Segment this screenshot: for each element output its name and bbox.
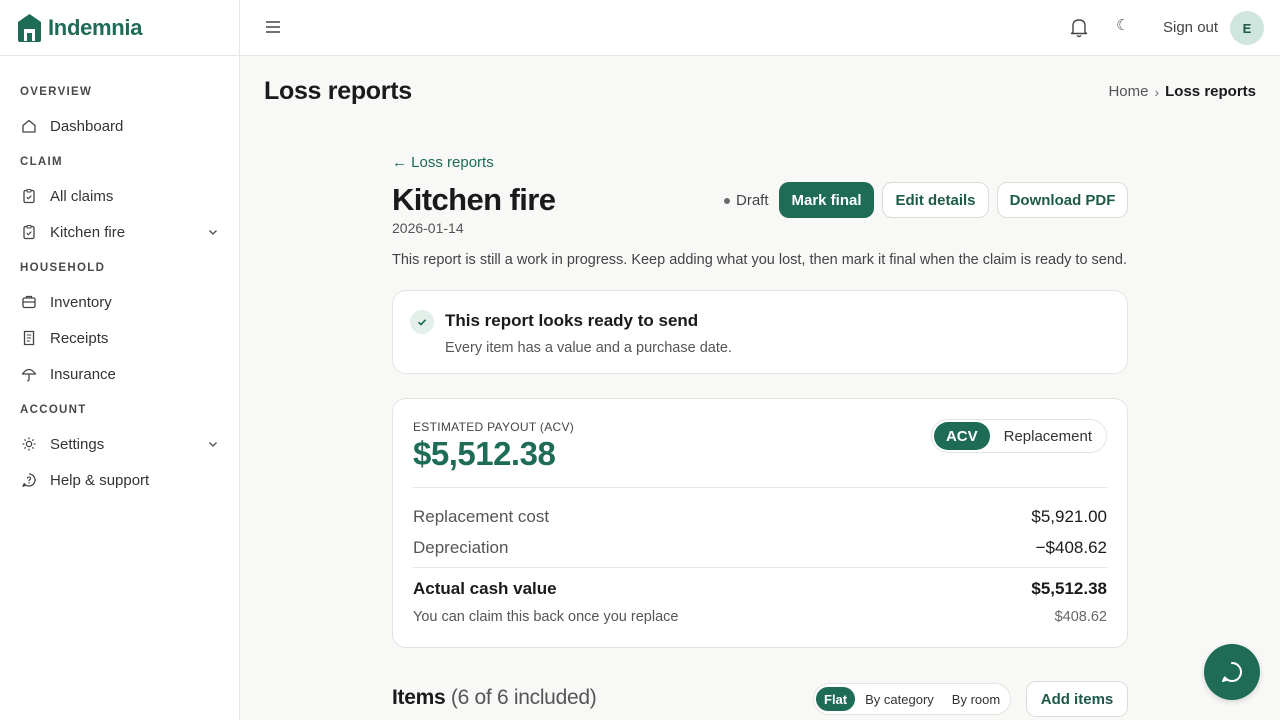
sidebar-item-label: Receipts [50, 329, 109, 347]
sidebar-item-dashboard[interactable]: Dashboard [0, 108, 239, 144]
nav-section-account: ACCOUNT [20, 404, 87, 416]
row-value: $5,921.00 [1031, 507, 1107, 526]
replacement-cost-row: Replacement cost $5,921.00 [413, 507, 1107, 527]
sidebar-item-help[interactable]: Help & support [0, 462, 239, 498]
ready-to-send-card: This report looks ready to send Every it… [392, 290, 1128, 374]
clipboard-icon [20, 187, 38, 205]
moon-icon[interactable]: ☾ [1116, 16, 1134, 38]
sidebar-item-inventory[interactable]: Inventory [0, 284, 239, 320]
house-logo-icon [18, 13, 41, 42]
sign-out-link[interactable]: Sign out [1163, 19, 1218, 36]
help-chat-icon [20, 471, 38, 489]
payout-card: ESTIMATED PAYOUT (ACV) $5,512.38 ACV Rep… [392, 398, 1128, 648]
recoverable-depreciation-row: You can claim this back once you replace… [413, 609, 1107, 625]
sidebar-item-label: Dashboard [50, 117, 124, 135]
row-label: Depreciation [413, 538, 509, 557]
app-logo[interactable]: Indemnia [0, 0, 239, 56]
toggle-replacement[interactable]: Replacement [992, 422, 1104, 450]
edit-details-button[interactable]: Edit details [882, 182, 989, 218]
row-label: You can claim this back once you replace [413, 609, 679, 625]
breadcrumb-home[interactable]: Home [1108, 83, 1148, 100]
sidebar: Indemnia OVERVIEW Dashboard CLAIM All cl… [0, 0, 240, 720]
box-icon [20, 293, 38, 311]
page-title: Loss reports [264, 77, 412, 105]
row-label: Actual cash value [413, 579, 557, 598]
sidebar-item-insurance[interactable]: Insurance [0, 356, 239, 392]
report-intro-text: This report is still a work in progress.… [392, 252, 1128, 268]
row-value: $408.62 [1054, 609, 1107, 625]
chevron-down-icon[interactable] [207, 438, 219, 450]
breadcrumb: Home › Loss reports [1108, 83, 1256, 100]
receipt-icon [20, 329, 38, 347]
view-by-room[interactable]: By room [944, 687, 1008, 711]
ready-heading: This report looks ready to send [445, 311, 699, 330]
toggle-acv[interactable]: ACV [933, 422, 990, 450]
report-title: Kitchen fire [392, 182, 556, 217]
download-pdf-button[interactable]: Download PDF [997, 182, 1128, 218]
clipboard-icon [20, 223, 38, 241]
sidebar-item-label: All claims [50, 187, 114, 205]
status-dot-icon [724, 197, 730, 204]
chat-bubble-icon [1222, 662, 1242, 682]
back-to-loss-reports-link[interactable]: ← Loss reports [392, 154, 494, 171]
sidebar-nav: OVERVIEW Dashboard CLAIM All claims Kitc… [0, 56, 239, 498]
status-label: Draft [736, 192, 769, 209]
divider [413, 567, 1107, 568]
sidebar-item-settings[interactable]: Settings [0, 426, 239, 462]
acv-total-row: Actual cash value $5,512.38 [413, 579, 1107, 599]
gear-icon [20, 435, 38, 453]
home-icon [20, 117, 38, 135]
sidebar-item-label: Settings [50, 435, 105, 453]
row-value: −$408.62 [1035, 538, 1107, 557]
sidebar-item-kitchen-fire[interactable]: Kitchen fire [0, 214, 239, 250]
check-icon [410, 310, 434, 334]
depreciation-row: Depreciation −$408.62 [413, 538, 1107, 558]
divider [413, 487, 1107, 488]
items-count: (6 of 6 included) [450, 686, 597, 709]
sidebar-item-label: Inventory [50, 293, 112, 311]
sidebar-item-label: Help & support [50, 471, 150, 489]
items-heading: Items (6 of 6 included) [392, 686, 597, 710]
nav-section-overview: OVERVIEW [20, 86, 93, 98]
menu-icon[interactable] [264, 18, 282, 36]
report-date: 2026-01-14 [392, 220, 464, 236]
view-flat[interactable]: Flat [816, 687, 856, 711]
nav-section-household: HOUSEHOLD [20, 262, 106, 274]
mark-final-button[interactable]: Mark final [779, 182, 874, 218]
items-view-toggle: Flat By category By room [813, 683, 1012, 715]
items-title: Items [392, 686, 446, 709]
ready-text: Every item has a value and a purchase da… [445, 340, 732, 356]
avatar[interactable]: E [1230, 11, 1264, 45]
view-by-category[interactable]: By category [857, 687, 942, 711]
sidebar-item-label: Kitchen fire [50, 223, 126, 241]
payout-mode-toggle: ACV Replacement [930, 419, 1107, 453]
payout-amount: $5,512.38 [413, 435, 556, 472]
chevron-down-icon[interactable] [207, 226, 219, 238]
umbrella-icon [20, 365, 38, 383]
payout-label: ESTIMATED PAYOUT (ACV) [413, 420, 575, 434]
row-value: $5,512.38 [1031, 579, 1107, 598]
breadcrumb-separator: › [1154, 83, 1160, 100]
nav-section-claim: CLAIM [20, 156, 63, 168]
bell-icon[interactable] [1069, 17, 1089, 39]
chat-button[interactable] [1204, 644, 1260, 700]
row-label: Replacement cost [413, 507, 550, 526]
breadcrumb-current: Loss reports [1165, 83, 1256, 100]
sidebar-item-receipts[interactable]: Receipts [0, 320, 239, 356]
app-name: Indemnia [48, 14, 143, 40]
sidebar-item-all-claims[interactable]: All claims [0, 178, 239, 214]
sidebar-item-label: Insurance [50, 365, 116, 383]
status-badge: Draft [724, 192, 769, 209]
add-items-button[interactable]: Add items [1026, 681, 1128, 717]
topbar: ☾ Sign out E [240, 0, 1280, 56]
